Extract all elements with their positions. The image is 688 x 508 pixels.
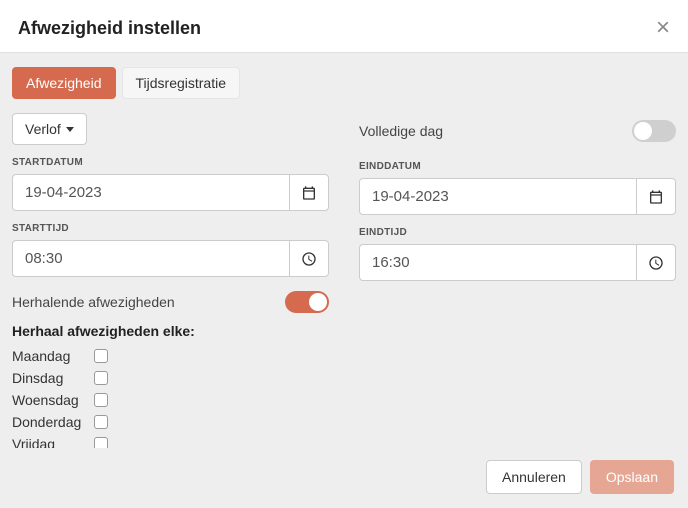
close-icon[interactable]: ×	[656, 16, 670, 40]
toggle-knob	[634, 122, 652, 140]
calendar-icon[interactable]	[636, 178, 676, 215]
day-row-thu: Donderdag	[12, 411, 329, 433]
checkbox-fri[interactable]	[94, 437, 108, 448]
save-button[interactable]: Opslaan	[590, 460, 674, 494]
caret-down-icon	[66, 127, 74, 132]
full-day-label: Volledige dag	[359, 123, 443, 139]
modal-body: Afwezigheid Tijdsregistratie Verlof STAR…	[0, 53, 688, 448]
end-time-label: EINDTIJD	[359, 227, 676, 238]
day-row-mon: Maandag	[12, 345, 329, 367]
start-time-input[interactable]	[12, 240, 289, 277]
start-time-label: STARTTIJD	[12, 223, 329, 234]
checkbox-tue[interactable]	[94, 371, 108, 385]
modal-header: Afwezigheid instellen ×	[0, 0, 688, 53]
repeat-toggle[interactable]	[285, 291, 329, 313]
modal-title: Afwezigheid instellen	[18, 18, 201, 39]
day-row-tue: Dinsdag	[12, 367, 329, 389]
clock-icon[interactable]	[289, 240, 329, 277]
start-time-group	[12, 240, 329, 277]
day-label-wed: Woensdag	[12, 392, 94, 408]
day-label-thu: Donderdag	[12, 414, 94, 430]
day-label-fri: Vrijdag	[12, 436, 94, 448]
cancel-button[interactable]: Annuleren	[486, 460, 582, 494]
full-day-toggle[interactable]	[632, 120, 676, 142]
checkbox-mon[interactable]	[94, 349, 108, 363]
tab-absence[interactable]: Afwezigheid	[12, 67, 116, 99]
end-time-group	[359, 244, 676, 281]
checkbox-wed[interactable]	[94, 393, 108, 407]
clock-icon[interactable]	[636, 244, 676, 281]
start-date-group	[12, 174, 329, 211]
end-date-input[interactable]	[359, 178, 636, 215]
col-left: Verlof STARTDATUM STARTTIJD	[12, 113, 329, 448]
day-row-fri: Vrijdag	[12, 433, 329, 448]
day-label-tue: Dinsdag	[12, 370, 94, 386]
toggle-knob	[309, 293, 327, 311]
calendar-icon[interactable]	[289, 174, 329, 211]
modal-footer: Annuleren Opslaan	[0, 448, 688, 508]
start-date-label: STARTDATUM	[12, 157, 329, 168]
start-date-input[interactable]	[12, 174, 289, 211]
tabs: Afwezigheid Tijdsregistratie	[12, 67, 676, 99]
repeat-heading: Herhaal afwezigheden elke:	[12, 323, 329, 339]
repeat-row: Herhalende afwezigheden	[12, 291, 329, 313]
end-time-input[interactable]	[359, 244, 636, 281]
absence-modal: Afwezigheid instellen × Afwezigheid Tijd…	[0, 0, 688, 508]
day-label-mon: Maandag	[12, 348, 94, 364]
checkbox-thu[interactable]	[94, 415, 108, 429]
full-day-row: Volledige dag	[359, 113, 676, 149]
end-date-group	[359, 178, 676, 215]
type-dropdown[interactable]: Verlof	[12, 113, 87, 145]
top-row: Verlof STARTDATUM STARTTIJD	[12, 113, 676, 448]
col-right: Volledige dag EINDDATUM EINDTIJD	[359, 113, 676, 448]
type-dropdown-label: Verlof	[25, 121, 61, 137]
end-date-label: EINDDATUM	[359, 161, 676, 172]
tab-time-registration[interactable]: Tijdsregistratie	[122, 67, 241, 99]
repeat-toggle-label: Herhalende afwezigheden	[12, 294, 175, 310]
day-row-wed: Woensdag	[12, 389, 329, 411]
